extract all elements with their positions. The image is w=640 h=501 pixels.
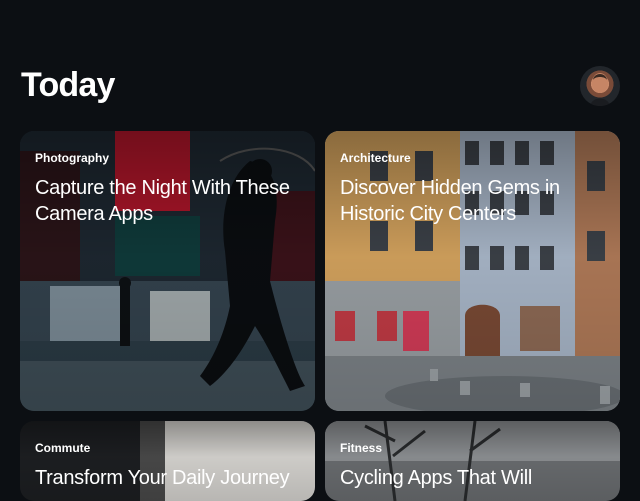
story-card-photography[interactable]: Photography Capture the Night With These… (20, 131, 315, 411)
card-headline: Capture the Night With These Camera Apps (35, 177, 290, 225)
story-card-commute[interactable]: Commute Transform Your Daily Journey (20, 421, 315, 501)
page-title: Today (21, 66, 115, 104)
card-category: Architecture (340, 151, 411, 165)
card-headline: Discover Hidden Gems in Historic City Ce… (340, 177, 560, 225)
story-card-fitness[interactable]: Fitness Cycling Apps That Will (325, 421, 620, 501)
card-headline: Transform Your Daily Journey (35, 467, 290, 489)
card-category: Commute (35, 441, 91, 455)
card-category: Fitness (340, 441, 383, 455)
card-category: Photography (35, 151, 109, 165)
profile-avatar[interactable] (580, 66, 620, 106)
story-card-architecture[interactable]: Architecture Discover Hidden Gems in His… (325, 131, 620, 411)
card-headline: Cycling Apps That Will (340, 467, 532, 489)
